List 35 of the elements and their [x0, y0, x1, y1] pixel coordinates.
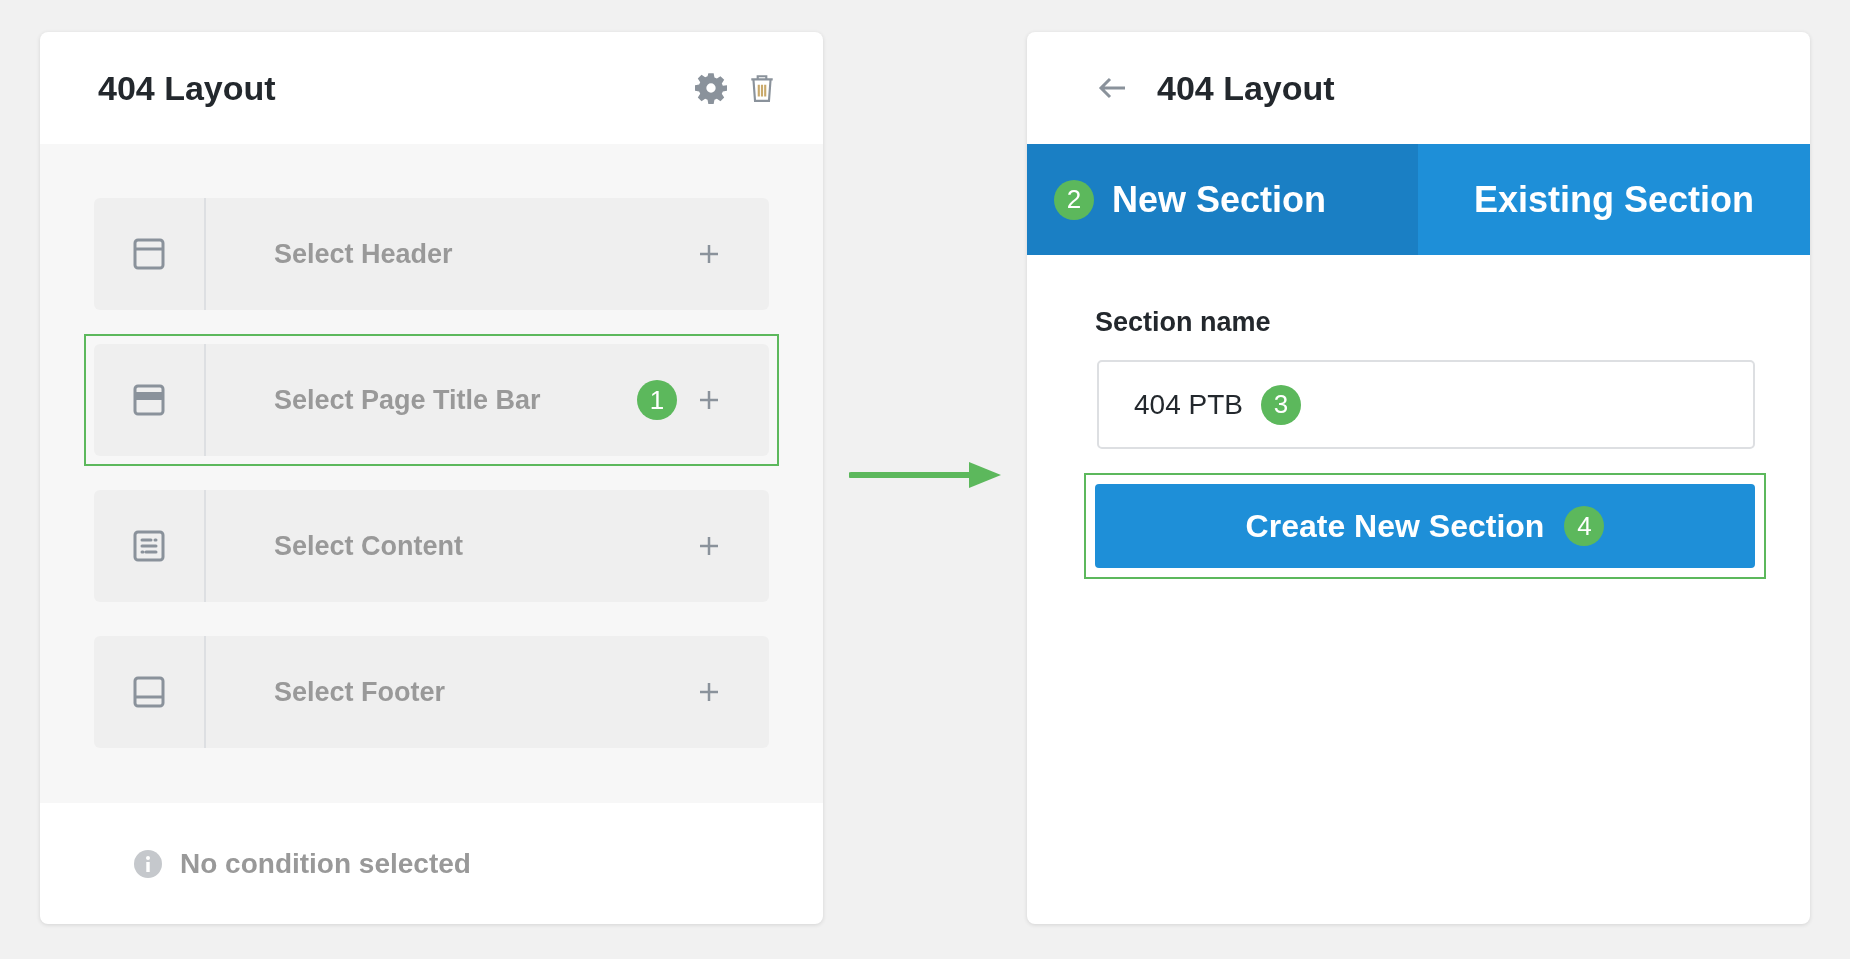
layout-block-icon	[133, 384, 165, 416]
step-badge: 4	[1564, 506, 1605, 546]
step-badge: 1	[637, 380, 677, 420]
tab-label: Existing Section	[1473, 178, 1755, 221]
tab[interactable]: Existing Section	[1418, 144, 1810, 255]
selector-label: Select Content	[273, 530, 465, 562]
create-section-button[interactable]: Create New Section 4	[1095, 484, 1755, 568]
plus-icon[interactable]	[697, 242, 721, 266]
condition-status: No condition selected	[180, 847, 471, 880]
selector-label: Select Header	[273, 238, 454, 270]
back-arrow-icon[interactable]	[1097, 76, 1127, 100]
selector-label: Select Footer	[273, 676, 447, 708]
trash-icon[interactable]	[749, 73, 775, 103]
section-selector[interactable]: Select Footer	[94, 636, 769, 748]
section-title: 404 Layout	[1157, 68, 1335, 108]
layout-block-icon	[133, 676, 165, 708]
section-selector[interactable]: Select Header	[94, 198, 769, 310]
content-list-icon	[133, 530, 165, 562]
layout-title: 404 Layout	[98, 68, 276, 108]
section-selector[interactable]: Select Content	[94, 490, 769, 602]
plus-icon[interactable]	[697, 680, 721, 704]
plus-icon[interactable]	[697, 388, 721, 412]
tab[interactable]: 2 New Section	[1027, 144, 1418, 255]
settings-icon[interactable]	[695, 72, 727, 104]
tab-label: New Section	[1112, 178, 1327, 221]
section-selector[interactable]: Select Page Title Bar 1	[94, 344, 769, 456]
arrow-icon	[849, 460, 1001, 490]
plus-icon[interactable]	[697, 534, 721, 558]
section-name-field[interactable]: 404 PTB 3	[1097, 360, 1755, 449]
info-icon	[134, 849, 162, 878]
selector-label: Select Page Title Bar	[273, 384, 542, 416]
field-label: Section name	[1095, 307, 1272, 338]
step-badge: 2	[1054, 179, 1094, 220]
step-badge: 3	[1260, 384, 1301, 425]
layout-block-icon	[133, 238, 165, 270]
